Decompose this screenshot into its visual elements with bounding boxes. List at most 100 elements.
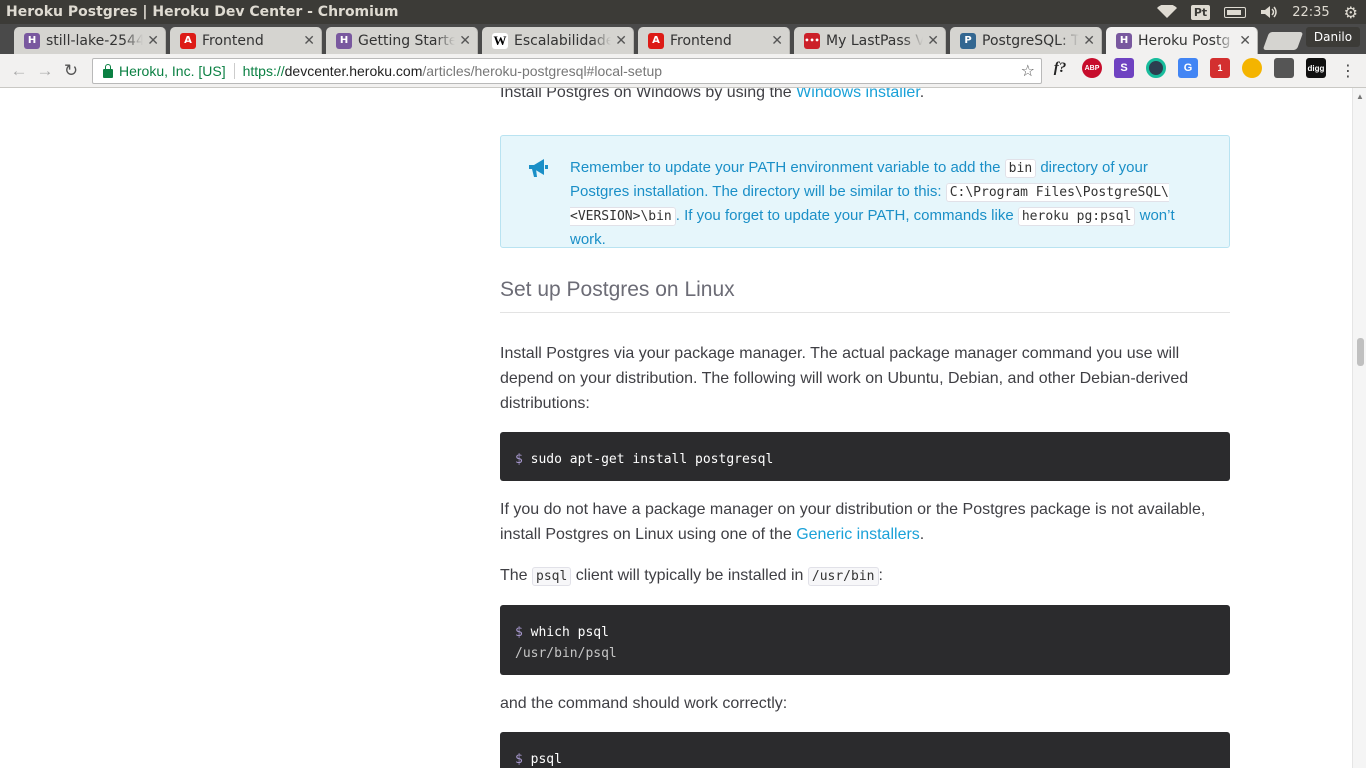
font-finder-icon[interactable]: f? xyxy=(1050,58,1070,78)
tab-postgresql[interactable]: P PostgreSQL: T ✕ xyxy=(950,27,1102,54)
security-indicator[interactable]: Heroku, Inc. [US] xyxy=(119,63,235,79)
address-bar[interactable]: Heroku, Inc. [US] https://devcenter.hero… xyxy=(92,58,1042,84)
colon: : xyxy=(878,567,883,584)
generic-installers-link[interactable]: Generic installers xyxy=(796,526,920,543)
system-tray: Pt 22:35 ⚙ xyxy=(1156,3,1366,22)
puzzle-extension-icon[interactable] xyxy=(1274,58,1294,78)
windows-install-line: Install Postgres on Windows by using the… xyxy=(500,88,1230,105)
window-title: Heroku Postgres | Heroku Dev Center - Ch… xyxy=(6,4,399,20)
url-text[interactable]: https://devcenter.heroku.com/articles/he… xyxy=(235,63,1021,79)
heroku-icon: H xyxy=(24,32,40,49)
code-command: sudo apt-get install postgresql xyxy=(522,452,774,467)
tab-title: Escalabilidade xyxy=(514,32,612,49)
linux-section-heading: Set up Postgres on Linux xyxy=(500,278,1230,313)
tab-title: PostgreSQL: T xyxy=(982,32,1080,49)
reload-icon[interactable]: ↻ xyxy=(58,58,84,84)
settings-gear-icon[interactable]: ⚙ xyxy=(1344,3,1358,22)
tab-escalabilidade[interactable]: W Escalabilidade ✕ xyxy=(482,27,634,54)
digg-icon[interactable]: digg xyxy=(1306,58,1326,78)
tab-frontend-1[interactable]: A Frontend ✕ xyxy=(170,27,322,54)
heroku-icon: H xyxy=(1116,32,1132,49)
code-command: psql xyxy=(522,752,562,767)
psql-code-block[interactable]: $ psql xyxy=(500,732,1230,768)
tab-title: Heroku Postg xyxy=(1138,32,1231,49)
callout-text: Remember to update your PATH environment… xyxy=(570,156,1210,251)
close-tab-icon[interactable]: ✕ xyxy=(303,33,315,49)
period: . xyxy=(919,526,925,543)
close-tab-icon[interactable]: ✕ xyxy=(615,33,627,49)
paragraph-text: The xyxy=(500,567,533,584)
adblock-plus-icon[interactable]: ABP xyxy=(1082,58,1102,78)
tab-frontend-2[interactable]: A Frontend ✕ xyxy=(638,27,790,54)
shell-prompt: $ xyxy=(515,752,523,767)
windows-install-text: Install Postgres on Windows by using the xyxy=(500,88,797,101)
close-tab-icon[interactable]: ✕ xyxy=(459,33,471,49)
tab-title: Frontend xyxy=(202,32,264,49)
package-manager-paragraph: Install Postgres via your package manage… xyxy=(500,345,1189,412)
callout-text-part: . If you forget to update your PATH, com… xyxy=(675,207,1018,224)
close-tab-icon[interactable]: ✕ xyxy=(1083,33,1095,49)
clock[interactable]: 22:35 xyxy=(1292,5,1329,20)
profile-button[interactable]: Danilo xyxy=(1306,27,1360,47)
close-tab-icon[interactable]: ✕ xyxy=(771,33,783,49)
which-psql-code-block[interactable]: $ which psql /usr/bin/psql xyxy=(500,605,1230,675)
windows-installer-link[interactable]: Windows installer xyxy=(796,88,920,101)
callout-text-part: Remember to update your PATH environment… xyxy=(570,159,1005,176)
code-command: which psql xyxy=(522,625,609,640)
tab-still-lake[interactable]: H still-lake-2544 ✕ xyxy=(14,27,166,54)
scrollbar-thumb[interactable] xyxy=(1357,338,1364,366)
paragraph-text: client will typically be installed in xyxy=(571,567,808,584)
tab-title: My LastPass V xyxy=(826,32,924,49)
heroku-icon: H xyxy=(336,32,352,49)
tab-getting-started[interactable]: H Getting Starte ✕ xyxy=(326,27,478,54)
code-line: $ which psql xyxy=(515,622,1215,643)
lastpass-icon: ••• xyxy=(804,32,820,49)
code-output: /usr/bin/psql xyxy=(515,646,617,661)
apt-get-code-block[interactable]: $ sudo apt-get install postgresql xyxy=(500,432,1230,481)
extensions-bar: f? ABP S G 1 digg xyxy=(1050,58,1326,78)
bookmark-star-icon[interactable]: ☆ xyxy=(1021,61,1041,81)
postgresql-icon: P xyxy=(960,32,976,49)
moon-extension-icon[interactable] xyxy=(1242,58,1262,78)
megaphone-icon xyxy=(529,159,548,177)
page-content: Install Postgres on Windows by using the… xyxy=(0,88,1352,768)
url-host: devcenter.heroku.com xyxy=(284,63,423,79)
wikipedia-icon: W xyxy=(492,32,508,49)
url-scheme: https:// xyxy=(242,63,285,79)
new-tab-button[interactable] xyxy=(1262,32,1304,50)
battery-icon[interactable] xyxy=(1224,6,1247,18)
volume-icon[interactable] xyxy=(1260,5,1278,19)
path-callout: Remember to update your PATH environment… xyxy=(500,135,1230,248)
scroll-up-arrow-icon[interactable]: ▲ xyxy=(1356,92,1364,101)
forward-arrow-icon[interactable]: → xyxy=(32,58,58,84)
lock-icon[interactable] xyxy=(103,63,113,78)
circle-extension-icon[interactable] xyxy=(1146,58,1166,78)
s-extension-icon[interactable]: S xyxy=(1114,58,1134,78)
works-correctly-paragraph: and the command should work correctly: xyxy=(500,695,788,712)
tab-title: still-lake-2544 xyxy=(46,32,144,49)
browser-toolbar: ← → ↻ Heroku, Inc. [US] https://devcente… xyxy=(0,54,1366,88)
counter-extension-icon[interactable]: 1 xyxy=(1210,58,1230,78)
page-scrollbar[interactable]: ▲ xyxy=(1352,88,1366,768)
tab-lastpass[interactable]: ••• My LastPass V ✕ xyxy=(794,27,946,54)
url-path: /articles/heroku-postgresql#local-setup xyxy=(422,63,663,79)
bin-code: bin xyxy=(1004,159,1037,178)
period: . xyxy=(919,88,925,101)
psql-location-paragraph: The psql client will typically be instal… xyxy=(500,563,1230,589)
usr-bin-code: /usr/bin xyxy=(807,567,879,586)
close-tab-icon[interactable]: ✕ xyxy=(1239,33,1251,49)
back-arrow-icon[interactable]: ← xyxy=(6,58,32,84)
psql-code: psql xyxy=(532,567,572,586)
close-tab-icon[interactable]: ✕ xyxy=(927,33,939,49)
close-tab-icon[interactable]: ✕ xyxy=(147,33,159,49)
generic-installers-paragraph: If you do not have a package manager on … xyxy=(500,497,1230,547)
tab-heroku-postgres[interactable]: H Heroku Postg ✕ xyxy=(1106,27,1258,54)
wifi-icon[interactable] xyxy=(1156,5,1177,19)
google-translate-icon[interactable]: G xyxy=(1178,58,1198,78)
os-top-bar: Heroku Postgres | Heroku Dev Center - Ch… xyxy=(0,0,1366,24)
angular-icon: A xyxy=(648,32,664,49)
browser-menu-icon[interactable]: ⋮ xyxy=(1340,61,1356,81)
tab-title: Getting Starte xyxy=(358,32,456,49)
angular-icon: A xyxy=(180,32,196,49)
keyboard-layout-indicator[interactable]: Pt xyxy=(1190,4,1211,20)
